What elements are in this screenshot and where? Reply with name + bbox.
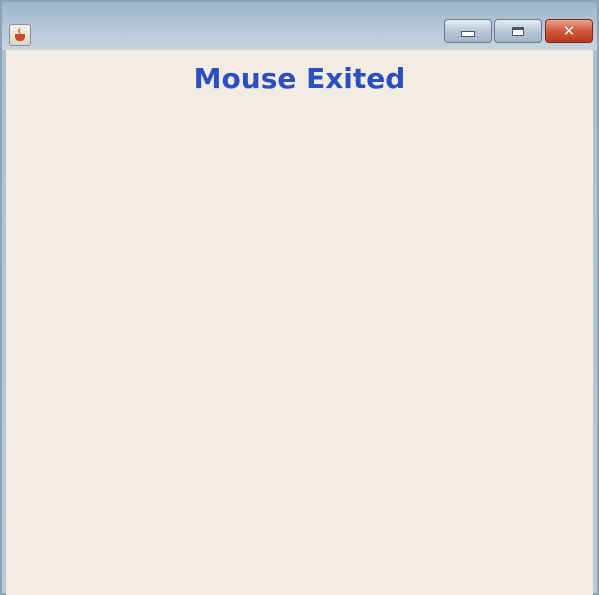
cup-shape bbox=[15, 34, 25, 41]
minimize-button[interactable] bbox=[444, 19, 492, 43]
maximize-button[interactable] bbox=[494, 19, 542, 43]
app-window: ✕ Mouse Exited bbox=[0, 0, 599, 595]
title-bar[interactable]: ✕ bbox=[2, 2, 597, 50]
minimize-icon bbox=[461, 31, 475, 37]
close-icon: ✕ bbox=[562, 21, 576, 40]
close-button[interactable]: ✕ bbox=[545, 19, 593, 43]
mouse-status-label: Mouse Exited bbox=[193, 62, 406, 95]
java-cup-icon[interactable] bbox=[9, 24, 31, 46]
client-area[interactable]: Mouse Exited bbox=[6, 50, 593, 595]
maximize-icon bbox=[512, 26, 524, 36]
